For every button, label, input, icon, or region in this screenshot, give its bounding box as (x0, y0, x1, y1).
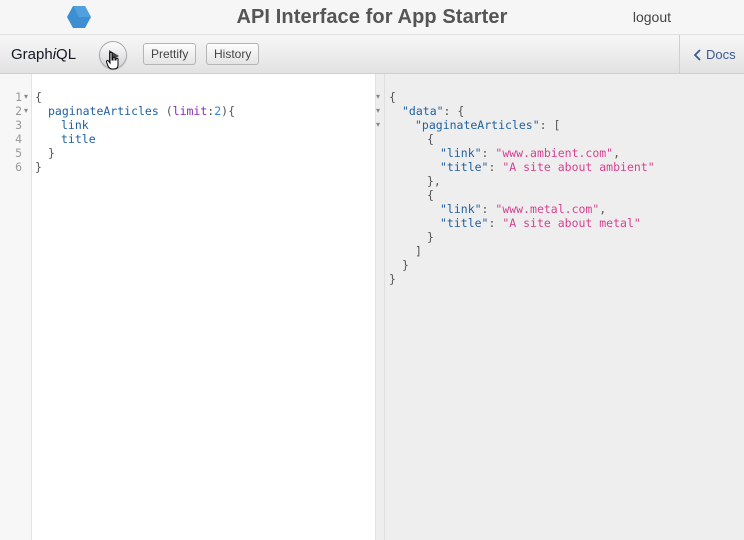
fold-arrow-icon[interactable]: ▾ (24, 90, 28, 104)
result-key: "link" (440, 202, 482, 216)
result-value: "www.metal.com" (495, 202, 600, 216)
query-field: link (61, 118, 89, 132)
line-number: 5 (15, 146, 22, 160)
result-punct: , (613, 146, 621, 160)
fold-arrow-icon[interactable]: ▾ (24, 104, 28, 118)
line-number: 1 (15, 90, 22, 104)
result-line: "title": "A site about ambient" (440, 160, 655, 174)
result-line: "data": { (402, 104, 464, 118)
result-key: "link" (440, 146, 482, 160)
query-punct: ){ (221, 104, 235, 118)
query-line: title (61, 132, 96, 146)
result-key: "paginateArticles" (415, 118, 540, 132)
result-line: { (389, 90, 396, 104)
result-punct: }, (427, 174, 441, 188)
query-argument: limit (172, 104, 208, 118)
app-header: API Interface for App Starter logout (0, 0, 744, 35)
result-line: } (427, 230, 434, 244)
result-punct: , (599, 202, 607, 216)
query-punct: ( (158, 104, 173, 118)
close-brace: } (35, 160, 42, 174)
result-value: "A site about metal" (502, 216, 641, 230)
query-line: } (48, 146, 55, 160)
line-number: 6 (15, 160, 22, 174)
result-punct: : (481, 146, 496, 160)
pane-resize-handle[interactable] (375, 74, 385, 540)
result-key: "title" (440, 160, 489, 174)
result-line: }, (427, 174, 441, 188)
close-brace: } (48, 146, 55, 160)
query-line: paginateArticles (limit:2){ (48, 104, 235, 118)
fold-arrow-icon[interactable]: ▾ (376, 104, 380, 118)
result-key: "title" (440, 216, 489, 230)
result-line: "link": "www.ambient.com", (440, 146, 620, 160)
result-value: "www.ambient.com" (495, 146, 614, 160)
result-line: } (402, 258, 409, 272)
chevron-left-icon (693, 49, 701, 61)
result-key: "data" (402, 104, 444, 118)
result-value: "A site about ambient" (502, 160, 655, 174)
result-punct: : (488, 216, 503, 230)
logout-link[interactable]: logout (633, 9, 671, 25)
result-line: { (427, 132, 434, 146)
graphiql-title-suffix: QL (56, 46, 77, 63)
result-line: ] (415, 244, 422, 258)
graphiql-title: GraphiQL (11, 46, 76, 63)
result-punct: : [ (539, 118, 561, 132)
query-line: } (35, 160, 42, 174)
result-viewer: { "data": { "paginateArticles": [ { "lin… (385, 74, 744, 540)
graphiql-title-prefix: Graph (11, 46, 53, 63)
fold-arrow-icon[interactable]: ▾ (376, 118, 380, 132)
result-line: } (389, 272, 396, 286)
result-punct: { (389, 90, 396, 104)
result-line: "title": "A site about metal" (440, 216, 641, 230)
query-field: title (61, 132, 96, 146)
result-punct: { (427, 132, 434, 146)
docs-label: Docs (706, 47, 736, 62)
result-punct: } (427, 230, 434, 244)
result-line: "paginateArticles": [ (415, 118, 560, 132)
line-number: 3 (15, 118, 22, 132)
history-button[interactable]: History (206, 43, 260, 65)
line-number: 2 (15, 104, 22, 118)
query-line: link (61, 118, 89, 132)
query-field: paginateArticles (48, 104, 159, 118)
result-punct: } (389, 272, 396, 286)
prettify-button[interactable]: Prettify (143, 43, 197, 65)
fold-arrow-icon[interactable]: ▾ (376, 90, 380, 104)
open-brace: { (35, 90, 42, 104)
result-punct: : { (443, 104, 465, 118)
result-punct: : (488, 160, 503, 174)
query-editor[interactable]: 1 ▾ { 2 ▾ paginateArticles (limit:2){ 3 … (0, 74, 375, 540)
hand-cursor-icon (106, 52, 119, 70)
line-number: 4 (15, 132, 22, 146)
result-punct: { (427, 188, 434, 202)
result-punct: : (481, 202, 496, 216)
docs-button[interactable]: Docs (679, 35, 744, 73)
result-punct: } (402, 258, 409, 272)
result-line: { (427, 188, 434, 202)
result-punct: ] (415, 244, 422, 258)
result-line: "link": "www.metal.com", (440, 202, 606, 216)
query-line: { (35, 90, 42, 104)
